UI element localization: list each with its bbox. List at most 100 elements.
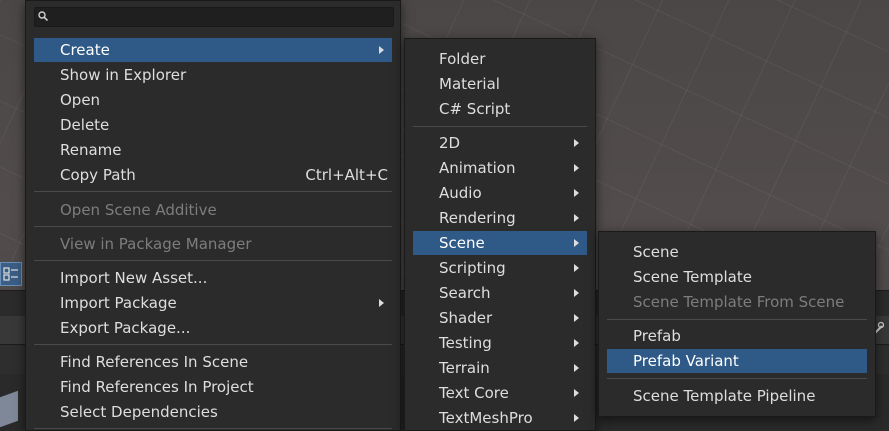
menu-item-label: Export Package... [60,319,191,337]
menu-item-label: Folder [439,50,486,68]
menu-item-csharp-script[interactable]: C# Script [413,97,587,121]
submenu-arrow-icon [574,214,579,222]
menu-item-textmeshpro[interactable]: TextMeshPro [413,406,587,430]
menu-item-create[interactable]: Create [34,38,392,62]
menu-item-label: 2D [439,134,461,152]
menu-item-import-package[interactable]: Import Package [34,291,392,315]
menu-item-label: Terrain [439,359,490,377]
menu-item-label: Prefab [633,327,681,345]
submenu-arrow-icon [574,314,579,322]
menu-item-view-in-package-manager: View in Package Manager [34,232,392,256]
menu-item-testing[interactable]: Testing [413,331,587,355]
menu-separator [34,260,392,261]
menu-item-label: Shader [439,309,493,327]
menu-item-label: Scene Template Pipeline [633,387,816,405]
menu-item-label: Find References In Project [60,378,254,396]
menu-item-label: Show in Explorer [60,66,187,84]
menu-item-prefab-variant[interactable]: Prefab Variant [607,349,867,373]
menu-item-export-package[interactable]: Export Package... [34,316,392,340]
menu-item-folder[interactable]: Folder [413,47,587,71]
submenu-arrow-icon [574,414,579,422]
menu-item-rendering[interactable]: Rendering [413,206,587,230]
menu-separator [413,126,587,127]
menu-item-scripting[interactable]: Scripting [413,256,587,280]
menu-item-label: Material [439,75,500,93]
submenu-arrow-icon [574,289,579,297]
scene-submenu: Scene Scene Template Scene Template From… [598,231,876,417]
menu-item-label: Text Core [439,384,509,402]
menu-item-2d[interactable]: 2D [413,131,587,155]
menu-item-copy-path[interactable]: Copy Path Ctrl+Alt+C [34,163,392,187]
menu-separator [34,344,392,345]
menu-item-label: Audio [439,184,482,202]
submenu-arrow-icon [574,389,579,397]
menu-item-animation[interactable]: Animation [413,156,587,180]
menu-separator [34,191,392,192]
submenu-arrow-icon [574,264,579,272]
menu-item-delete[interactable]: Delete [34,113,392,137]
menu-item-scene[interactable]: Scene [413,231,587,255]
menu-item-label: Animation [439,159,516,177]
menu-separator [34,428,392,429]
menu-item-label: Rendering [439,209,516,227]
submenu-arrow-icon [574,189,579,197]
submenu-arrow-icon [574,339,579,347]
menu-item-label: Copy Path [60,166,136,184]
menu-item-scene-new[interactable]: Scene [607,240,867,264]
menu-separator [607,378,867,379]
menu-item-scene-template-from-scene: Scene Template From Scene [607,290,867,314]
menu-search-box[interactable] [34,7,394,27]
menu-item-scene-template[interactable]: Scene Template [607,265,867,289]
menu-item-label: Import New Asset... [60,269,208,287]
menu-item-show-in-explorer[interactable]: Show in Explorer [34,63,392,87]
submenu-arrow-icon [379,299,384,307]
menu-item-label: TextMeshPro [439,409,533,427]
menu-search-input[interactable] [51,8,381,24]
submenu-arrow-icon [574,139,579,147]
submenu-arrow-icon [574,239,579,247]
menu-item-shader[interactable]: Shader [413,306,587,330]
menu-item-audio[interactable]: Audio [413,181,587,205]
menu-item-find-references-in-project[interactable]: Find References In Project [34,375,392,399]
menu-item-scene-template-pipeline[interactable]: Scene Template Pipeline [607,384,867,408]
menu-separator [34,226,392,227]
menu-item-open[interactable]: Open [34,88,392,112]
menu-item-label: Import Package [60,294,177,312]
menu-item-label: Delete [60,116,110,134]
submenu-arrow-icon [574,364,579,372]
menu-item-material[interactable]: Material [413,72,587,96]
menu-item-label: C# Script [439,100,511,118]
menu-item-rename[interactable]: Rename [34,138,392,162]
menu-item-label: Scene Template [633,268,752,286]
menu-item-label: Find References In Scene [60,353,249,371]
menu-item-text-core[interactable]: Text Core [413,381,587,405]
menu-item-label: Search [439,284,491,302]
submenu-arrow-icon [574,164,579,172]
menu-item-label: Rename [60,141,122,159]
assets-context-menu: Create Show in Explorer Open Delete Rena… [25,0,401,431]
menu-item-label: Create [60,41,110,59]
menu-item-select-dependencies[interactable]: Select Dependencies [34,400,392,424]
menu-item-import-new-asset[interactable]: Import New Asset... [34,266,392,290]
menu-item-search[interactable]: Search [413,281,587,305]
shortcut-label: Ctrl+Alt+C [305,166,388,184]
menu-item-label: Scene [439,234,485,252]
menu-item-prefab[interactable]: Prefab [607,324,867,348]
menu-item-label: Scene Template From Scene [633,293,845,311]
create-submenu: Folder Material C# Script 2D Animation A… [404,38,596,431]
menu-item-label: Testing [439,334,492,352]
menu-item-label: Scripting [439,259,506,277]
menu-item-label: Scene [633,243,679,261]
menu-item-label: Open [60,91,101,109]
menu-separator [607,319,867,320]
menu-item-terrain[interactable]: Terrain [413,356,587,380]
layout-button[interactable] [0,262,22,286]
menu-item-find-references-in-scene[interactable]: Find References In Scene [34,350,392,374]
layout-icon [3,267,18,281]
menu-item-label: View in Package Manager [60,235,252,253]
search-icon [38,11,48,21]
menu-item-label: Select Dependencies [60,403,218,421]
menu-item-open-scene-additive: Open Scene Additive [34,198,392,222]
submenu-arrow-icon [379,46,384,54]
menu-item-label: Open Scene Additive [60,201,217,219]
